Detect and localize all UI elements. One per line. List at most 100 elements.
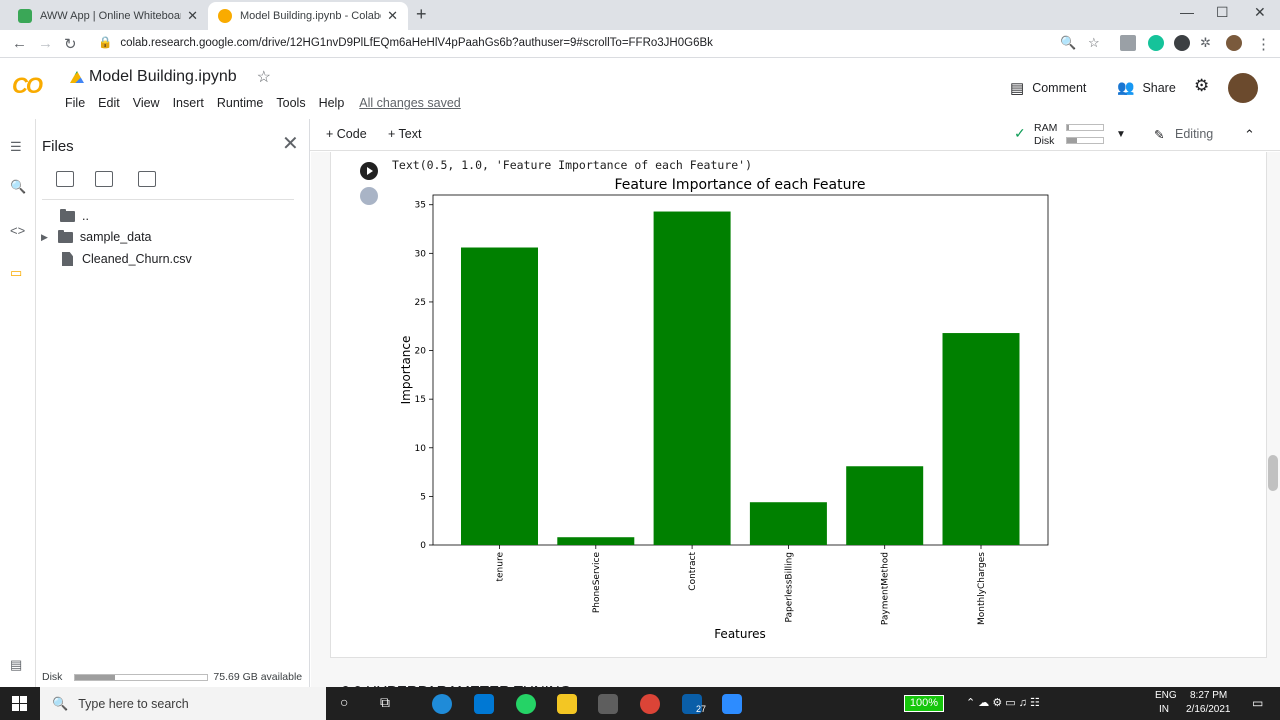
taskbar-search[interactable]: 🔍 Type here to search	[40, 687, 326, 720]
lock-icon: 🔒	[98, 37, 113, 49]
input-language[interactable]: ENG	[1155, 690, 1177, 701]
star-icon[interactable]: ☆	[257, 67, 271, 87]
search-icon: 🔍	[52, 695, 69, 711]
windows-start-icon[interactable]	[12, 696, 27, 711]
tree-item-parent[interactable]: ..	[60, 206, 89, 226]
tree-item-sample-data[interactable]: ▶ sample_data	[41, 227, 152, 247]
notebook-toolbar: + Code + Text ✓ RAM Disk ▼ ✎ Editing ⌃	[310, 119, 1280, 151]
search-icon[interactable]: 🔍	[10, 179, 26, 195]
drive-icon	[70, 71, 84, 83]
window-close-icon[interactable]: ✕	[1254, 4, 1266, 21]
reload-icon[interactable]: ↻	[64, 35, 77, 53]
settings-gear-icon[interactable]: ⚙	[1194, 76, 1209, 96]
extension-icon[interactable]	[1120, 35, 1136, 51]
add-code-button[interactable]: + Code	[326, 127, 367, 141]
clock-time[interactable]: 8:27 PM	[1190, 690, 1227, 701]
address-bar: ← → ↻ 🔒 colab.research.google.com/drive/1…	[0, 30, 1280, 58]
whatsapp-icon[interactable]	[516, 694, 536, 714]
comment-label: Comment	[1032, 81, 1087, 95]
app-l-icon[interactable]	[474, 694, 494, 714]
grammarly-icon[interactable]	[1148, 35, 1164, 51]
share-label: Share	[1142, 80, 1176, 95]
terminal-icon[interactable]: ▤	[10, 657, 22, 673]
tray-overflow-icon[interactable]: ⌃ ☁ ⚙ ▭ ♫ ☷	[966, 696, 1040, 709]
mail-badge: 27	[696, 704, 707, 714]
bar-PaperlessBilling	[749, 502, 827, 545]
files-folder-icon[interactable]: ▭	[10, 265, 22, 281]
tree-item-label: Cleaned_Churn.csv	[82, 252, 192, 266]
extension-k-icon[interactable]	[1174, 35, 1190, 51]
code-snippets-icon[interactable]: <>	[10, 223, 25, 238]
input-region[interactable]: IN	[1159, 704, 1169, 715]
expand-arrow-icon[interactable]: ▶	[41, 232, 48, 243]
store-icon[interactable]	[598, 694, 618, 714]
maximize-icon[interactable]: ☐	[1216, 4, 1229, 21]
menu-file[interactable]: File	[65, 96, 85, 110]
scrollbar-thumb[interactable]	[1268, 455, 1278, 491]
toc-icon[interactable]: ☰	[10, 139, 22, 155]
file-icon	[62, 252, 73, 266]
folder-up-icon	[60, 208, 75, 222]
bookmark-star-icon[interactable]: ☆	[1088, 35, 1100, 51]
close-tab-icon[interactable]: ✕	[187, 8, 198, 24]
collapse-header-icon[interactable]: ⌃	[1244, 127, 1255, 143]
menu-view[interactable]: View	[133, 96, 160, 110]
menu-help[interactable]: Help	[319, 96, 345, 110]
notebook-title-row: Model Building.ipynb ☆	[70, 67, 271, 87]
y-tick-label: 5	[420, 492, 426, 502]
battery-indicator[interactable]: 100%	[904, 695, 944, 712]
forward-icon[interactable]: →	[38, 35, 53, 52]
colab-header: CO Model Building.ipynb ☆ File Edit View…	[0, 59, 1280, 119]
close-tab-icon[interactable]: ✕	[387, 8, 398, 24]
folder-icon	[57, 229, 73, 243]
file-explorer-icon[interactable]	[557, 694, 577, 714]
share-button[interactable]: 👥 Share	[1117, 79, 1176, 96]
back-icon[interactable]: ←	[12, 35, 27, 52]
disk-usage-bar	[1066, 137, 1104, 144]
bar-PaymentMethod	[846, 466, 924, 545]
menu-tools[interactable]: Tools	[276, 96, 305, 110]
comment-button[interactable]: ▤ Comment	[1010, 79, 1086, 97]
chrome-icon[interactable]	[640, 694, 660, 714]
zoom-icon[interactable]: 🔍	[1060, 35, 1076, 51]
editing-mode-button[interactable]: Editing	[1175, 127, 1213, 141]
task-view-icon[interactable]: ⧉	[380, 694, 390, 711]
close-icon[interactable]: ✕	[282, 131, 299, 156]
resources-dropdown-icon[interactable]: ▼	[1116, 129, 1126, 140]
puzzle-icon[interactable]: ✲	[1200, 35, 1211, 51]
url-field[interactable]: 🔒 colab.research.google.com/drive/12HG1nv…	[98, 35, 713, 49]
new-tab-icon[interactable]: +	[416, 4, 427, 25]
minimize-icon[interactable]: —	[1180, 4, 1194, 20]
resource-labels[interactable]: RAM Disk	[1034, 122, 1057, 148]
zoom-app-icon[interactable]	[722, 694, 742, 714]
clock-date[interactable]: 2/16/2021	[1186, 704, 1231, 715]
tab-aww-app[interactable]: AWW App | Online Whiteboard for... ✕	[8, 2, 208, 30]
share-people-icon: 👥	[1117, 79, 1135, 95]
browser-tab-strip: AWW App | Online Whiteboard for... ✕ Mod…	[0, 0, 1280, 30]
cortana-icon[interactable]: ○	[340, 694, 348, 710]
avatar[interactable]	[1228, 73, 1258, 103]
save-status[interactable]: All changes saved	[359, 96, 460, 110]
disk-label: Disk	[1034, 135, 1055, 147]
browser-menu-icon[interactable]: ⋮	[1256, 35, 1271, 53]
divider	[42, 199, 294, 200]
menu-runtime[interactable]: Runtime	[217, 96, 264, 110]
y-tick-label: 10	[415, 444, 427, 454]
mount-drive-icon[interactable]	[138, 171, 156, 187]
ram-usage-bar	[1066, 124, 1104, 131]
notifications-icon[interactable]: ▭	[1252, 696, 1263, 710]
notebook-title[interactable]: Model Building.ipynb	[89, 68, 237, 86]
add-text-button[interactable]: + Text	[388, 127, 421, 141]
colab-favicon-icon	[218, 9, 232, 23]
upload-icon[interactable]	[56, 171, 74, 187]
tab-colab[interactable]: Model Building.ipynb - Colaborat... ✕	[208, 2, 408, 30]
refresh-folder-icon[interactable]	[95, 171, 113, 187]
menu-insert[interactable]: Insert	[173, 96, 204, 110]
menu-edit[interactable]: Edit	[98, 96, 120, 110]
code-cell-output: Text(0.5, 1.0, 'Feature Importance of ea…	[330, 152, 1267, 658]
colab-logo[interactable]: CO	[12, 73, 43, 99]
tree-item-cleaned-churn[interactable]: Cleaned_Churn.csv	[62, 249, 192, 269]
chart-title: Feature Importance of each Feature	[614, 177, 865, 193]
profile-icon[interactable]	[1226, 35, 1242, 51]
edge-icon[interactable]	[432, 694, 452, 714]
